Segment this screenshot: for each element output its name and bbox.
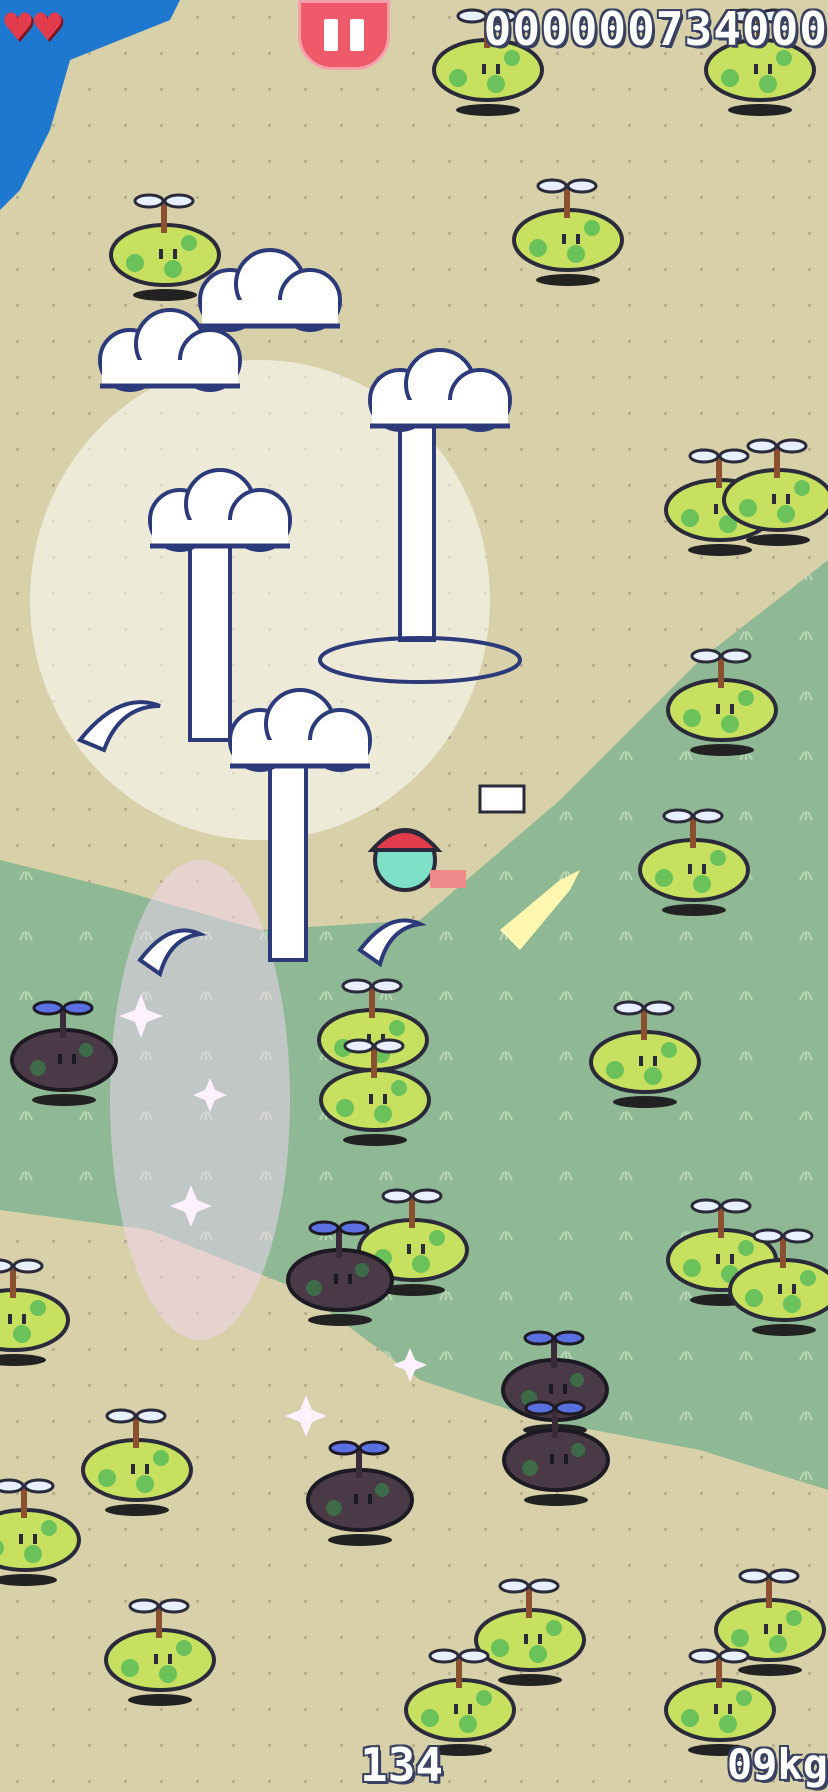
combo-counter: 134 <box>360 1738 444 1792</box>
lives-indicator: ♥ ♥ <box>4 4 61 50</box>
heart-icon: ♥ <box>4 0 32 54</box>
score-counter: 000000734000 <box>483 2 828 56</box>
heart-icon: ♥ <box>33 0 62 54</box>
pause-button[interactable] <box>298 0 390 70</box>
weight-counter: 09kg <box>726 1740 828 1789</box>
game-field <box>0 0 828 1792</box>
pause-icon <box>324 19 338 51</box>
pause-icon <box>350 19 364 51</box>
